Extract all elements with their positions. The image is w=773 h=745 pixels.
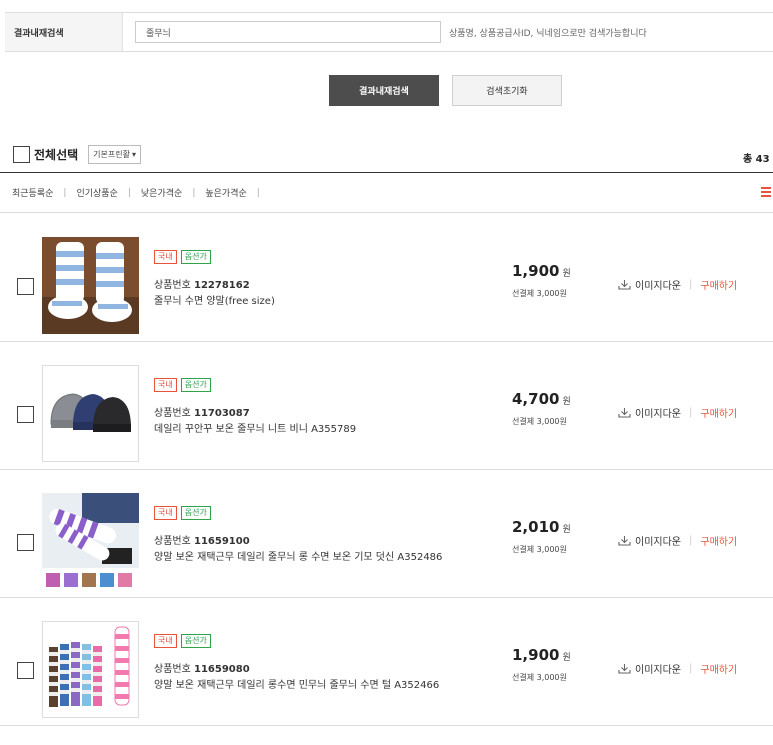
sort-price-low[interactable]: 낮은가격순 (141, 186, 182, 199)
shipping-fee: 선결제 3,000원 (512, 289, 567, 298)
price-value: 2,010 (512, 518, 560, 536)
sort-divider: | (63, 187, 67, 198)
action-divider: | (689, 407, 693, 418)
buy-link[interactable]: 구매하기 (700, 661, 737, 676)
buy-link[interactable]: 구매하기 (700, 277, 737, 292)
product-number-value: 11659100 (194, 536, 250, 547)
chevron-down-icon: ▾ (131, 150, 136, 159)
total-count: 총 43 (743, 154, 770, 165)
product-image[interactable] (42, 365, 139, 462)
product-name[interactable]: 양말 보온 재택근무 데일리 롱수면 민무늬 줄무늬 수면 털 A352466 (154, 676, 439, 691)
sort-latest[interactable]: 최근등록순 (12, 186, 53, 199)
sort-divider: | (127, 187, 131, 198)
product-number-label: 상품번호 (154, 408, 191, 419)
product-number-value: 11659080 (194, 664, 250, 675)
product-number-label: 상품번호 (154, 536, 191, 547)
action-divider: | (689, 279, 693, 290)
action-divider: | (689, 535, 693, 546)
currency-label: 원 (562, 525, 571, 535)
image-download-link[interactable]: 이미지다운 (635, 661, 681, 676)
product-row: 국내 옵션가 상품번호 11659080 양말 보온 재택근무 데일리 롱수면 … (0, 598, 773, 726)
sort-price-high[interactable]: 높은가격순 (205, 186, 246, 199)
product-number: 상품번호 11703087 (154, 404, 250, 419)
result-search-label: 결과내재검색 (5, 13, 123, 51)
domestic-badge: 국내 (154, 378, 177, 392)
product-number: 상품번호 11659100 (154, 532, 250, 547)
product-price: 1,900 원 (512, 646, 571, 664)
product-number-value: 12278162 (194, 280, 250, 291)
image-download-link[interactable]: 이미지다운 (635, 533, 681, 548)
product-name[interactable]: 양말 보온 재택근무 데일리 줄무늬 롱 수면 보온 기모 덧신 A352486 (154, 548, 442, 563)
price-value: 4,700 (512, 390, 560, 408)
option-price-badge: 옵션가 (180, 634, 211, 648)
select-all-area: 전체선택 기본프린활 ▾ (13, 145, 141, 164)
product-row: 국내 옵션가 상품번호 11703087 데일리 꾸안꾸 보온 줄무늬 니트 비… (0, 342, 773, 470)
product-checkbox[interactable] (17, 278, 34, 295)
product-actions: 이미지다운 | 구매하기 (618, 405, 737, 420)
reset-search-button[interactable]: 검색초기화 (452, 75, 562, 106)
option-price-badge: 옵션가 (180, 250, 211, 264)
image-download-link[interactable]: 이미지다운 (635, 277, 681, 292)
product-actions: 이미지다운 | 구매하기 (618, 277, 737, 292)
buy-link[interactable]: 구매하기 (700, 405, 737, 420)
result-search-button[interactable]: 결과내재검색 (329, 75, 439, 106)
sort-divider: | (192, 187, 196, 198)
download-icon (618, 536, 631, 546)
search-hint: 상품명, 상품공급사ID, 닉네임으로만 검색가능합니다 (449, 28, 647, 39)
list-view-icon[interactable] (761, 187, 771, 197)
product-price: 1,900 원 (512, 262, 571, 280)
download-icon (618, 408, 631, 418)
product-checkbox[interactable] (17, 534, 34, 551)
shipping-fee: 선결제 3,000원 (512, 545, 567, 554)
product-price: 2,010 원 (512, 518, 571, 536)
download-icon (618, 664, 631, 674)
price-value: 1,900 (512, 646, 560, 664)
product-actions: 이미지다운 | 구매하기 (618, 661, 737, 676)
product-name[interactable]: 줄무늬 수면 양말(free size) (154, 292, 275, 307)
result-search-input[interactable] (135, 21, 441, 43)
bulk-action-select[interactable]: 기본프린활 ▾ (88, 145, 141, 164)
option-price-badge: 옵션가 (180, 506, 211, 520)
product-number: 상품번호 11659080 (154, 660, 250, 675)
product-number-label: 상품번호 (154, 664, 191, 675)
price-value: 1,900 (512, 262, 560, 280)
select-all-label[interactable]: 전체선택 (34, 146, 78, 163)
product-name[interactable]: 데일리 꾸안꾸 보온 줄무늬 니트 비니 A355789 (154, 420, 356, 435)
product-image[interactable] (42, 621, 139, 718)
shipping-fee: 선결제 3,000원 (512, 417, 567, 426)
image-download-link[interactable]: 이미지다운 (635, 405, 681, 420)
sort-popular[interactable]: 인기상품순 (76, 186, 117, 199)
download-icon (618, 280, 631, 290)
product-price: 4,700 원 (512, 390, 571, 408)
domestic-badge: 국내 (154, 506, 177, 520)
currency-label: 원 (562, 653, 571, 663)
bulk-action-value: 기본프린활 (93, 150, 130, 159)
select-all-checkbox[interactable] (13, 146, 30, 163)
domestic-badge: 국내 (154, 634, 177, 648)
sort-bar: 최근등록순 | 인기상품순 | 낮은가격순 | 높은가격순 | (0, 172, 773, 213)
currency-label: 원 (562, 397, 571, 407)
product-actions: 이미지다운 | 구매하기 (618, 533, 737, 548)
product-number: 상품번호 12278162 (154, 276, 250, 291)
shipping-fee: 선결제 3,000원 (512, 673, 567, 682)
product-image[interactable] (42, 493, 139, 590)
action-divider: | (689, 663, 693, 674)
domestic-badge: 국내 (154, 250, 177, 264)
currency-label: 원 (562, 269, 571, 279)
product-image[interactable] (42, 237, 139, 334)
product-checkbox[interactable] (17, 662, 34, 679)
product-row: 국내 옵션가 상품번호 12278162 줄무늬 수면 양말(free size… (0, 214, 773, 342)
option-price-badge: 옵션가 (180, 378, 211, 392)
product-row: 국내 옵션가 상품번호 11659100 양말 보온 재택근무 데일리 줄무늬 … (0, 470, 773, 598)
product-number-label: 상품번호 (154, 280, 191, 291)
result-search-box: 결과내재검색 상품명, 상품공급사ID, 닉네임으로만 검색가능합니다 (5, 12, 773, 52)
sort-divider: | (256, 187, 260, 198)
product-number-value: 11703087 (194, 408, 250, 419)
product-checkbox[interactable] (17, 406, 34, 423)
buy-link[interactable]: 구매하기 (700, 533, 737, 548)
